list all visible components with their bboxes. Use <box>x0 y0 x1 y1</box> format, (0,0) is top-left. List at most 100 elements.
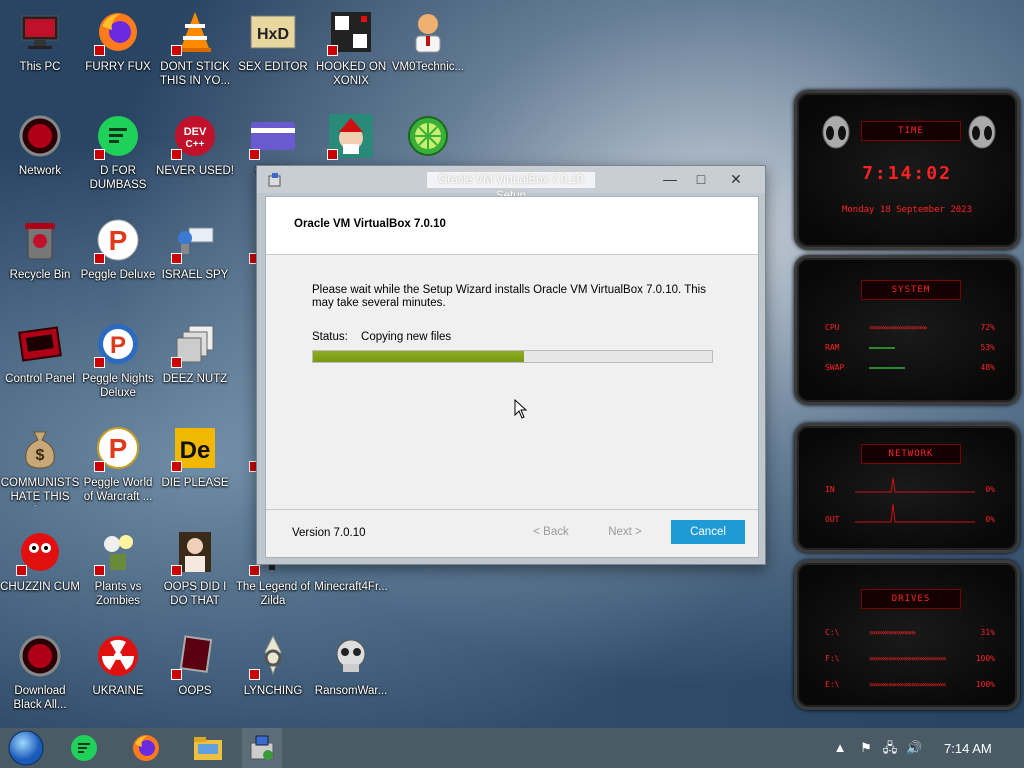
desktop-icon-santa[interactable] <box>311 112 391 164</box>
desktop-icon-peggle-deluxe[interactable]: P Peggle Deluxe <box>78 216 158 282</box>
product-title: Oracle VM VirtualBox 7.0.10 <box>294 218 446 230</box>
taskbar-clock[interactable]: 7:14 AM <box>944 741 992 756</box>
mouse-cursor-icon <box>514 398 528 424</box>
desktop-icon-deez-nutz[interactable]: DEEZ NUTZ <box>155 320 235 386</box>
cpu-bar: »»»»»»»»»»»»»»» <box>869 323 927 332</box>
desktop-icon-download-black[interactable]: Download Black All... <box>0 632 80 712</box>
desktop-icon-label: FURRY FUX <box>85 61 151 73</box>
dev-cpp-icon: DEV C++ <box>171 112 219 160</box>
start-orb-icon <box>8 730 44 766</box>
status-row: Status: Copying new files <box>312 331 451 343</box>
plant-icon <box>94 528 142 576</box>
desktop-icon-communists[interactable]: $ COMMUNISTS HATE THIS G... <box>0 424 80 506</box>
desktop-icon-peggle-wow[interactable]: P Peggle World of Warcraft ... <box>78 424 158 504</box>
net-in-value: 0% <box>985 485 995 494</box>
ram-row: RAM 53% <box>825 342 995 354</box>
desktop-icon-die-please[interactable]: De DIE PLEASE <box>155 424 235 490</box>
drive-value: 100% <box>975 654 995 663</box>
drive-value: 31% <box>980 628 995 637</box>
flag-icon[interactable]: ⚑ <box>858 740 874 756</box>
desktop-icon-label: COMMUNISTS HATE THIS G... <box>0 477 80 506</box>
desktop-icon-israel-spy[interactable]: ISRAEL SPY <box>155 216 235 282</box>
desktop-icon-label: SEX EDITOR <box>238 61 308 73</box>
installer-window: Oracle VM VirtualBox 7.0.10 Setup — □ ✕ … <box>256 165 766 565</box>
desktop-icon-peggle-nights[interactable]: P Peggle Nights Deluxe <box>78 320 158 400</box>
window-title: Oracle VM VirtualBox 7.0.10 Setup <box>427 172 595 202</box>
alienware-icon <box>16 632 64 680</box>
svg-text:P: P <box>109 225 128 256</box>
desktop-icon-oops-did-i[interactable]: OOPS DID I DO THAT <box>155 528 235 608</box>
desktop-icon-furry-fux[interactable]: FURRY FUX <box>78 8 158 74</box>
desktop-icon-sex-editor[interactable]: HxD SEX EDITOR <box>233 8 313 74</box>
title-bar[interactable]: Oracle VM VirtualBox 7.0.10 Setup — □ ✕ <box>257 166 765 202</box>
installer-icon <box>250 735 274 760</box>
desktop-icon-dont-stick[interactable]: DONT STICK THIS IN YO... <box>155 8 235 88</box>
desktop-icon-label: OOPS DID I DO THAT <box>163 581 227 607</box>
desktop-icon-hooked-on-xonix[interactable]: HOOKED ON XONIX <box>311 8 391 88</box>
desktop-icon-label: HOOKED ON XONIX <box>315 61 387 87</box>
drive-value: 100% <box>975 680 995 689</box>
network-panel: NETWORK IN 0% OUT 0% <box>794 423 1020 553</box>
taskbar-firefox[interactable] <box>126 728 166 768</box>
desktop-icon-network[interactable]: Network <box>0 112 80 178</box>
desktop-icon-ransomware[interactable]: RansomWar... <box>311 632 391 698</box>
swap-value: 48% <box>980 363 995 372</box>
desktop-icon-label: DEEZ NUTZ <box>162 373 228 385</box>
network-icon[interactable]: 🖧 <box>882 740 898 756</box>
drive-row: F:\ »»»»»»»»»»»»»»»»»»»» 100% <box>825 653 995 665</box>
ram-value: 53% <box>980 343 995 352</box>
taskbar-virtualbox-setup[interactable] <box>242 728 282 768</box>
firefox-icon <box>133 735 159 761</box>
desktop-icon-d-for-dumbass[interactable]: D FOR DUMBASS <box>78 112 158 192</box>
drive-bar: »»»»»»»»»»»» <box>869 628 916 637</box>
progress-bar <box>312 350 713 363</box>
time-panel-title: TIME <box>861 121 961 141</box>
desktop-icon-plants-vs-zombies[interactable]: Plants vs Zombies <box>78 528 158 608</box>
drive-label: F:\ <box>825 654 840 663</box>
next-button[interactable]: Next > <box>588 520 662 544</box>
desktop-icon-never-used[interactable]: DEV C++ NEVER USED! <box>155 112 235 178</box>
version-label: Version 7.0.10 <box>292 527 366 539</box>
desktop-icon-label: Peggle Nights Deluxe <box>82 373 154 399</box>
system-panel-title: SYSTEM <box>861 280 961 300</box>
desktop-icon-chuzzin[interactable]: CHUZZIN CUM <box>0 528 80 594</box>
desktop-icon-control-panel[interactable]: Control Panel <box>0 320 80 386</box>
taskbar-chat-app[interactable] <box>64 728 104 768</box>
folder-icon <box>194 737 222 760</box>
desktop-icon-this-pc[interactable]: This PC <box>0 8 80 74</box>
volume-icon[interactable]: 🔊 <box>906 740 922 756</box>
desktop-icon-limewire[interactable] <box>388 112 468 164</box>
swap-row: SWAP 48% <box>825 362 995 374</box>
taskbar: ▲ ⚑ 🖧 🔊 7:14 AM <box>0 728 1024 768</box>
taskbar-file-explorer[interactable] <box>188 728 228 768</box>
start-button[interactable] <box>6 728 46 768</box>
monitor-red-icon <box>171 632 219 680</box>
desktop-icon-recycle-bin[interactable]: Recycle Bin <box>0 216 80 282</box>
time-panel: TIME 7:14:02 Monday 18 September 2023 <box>794 90 1020 250</box>
desktop-icon-vm0technic[interactable]: VM0Technic... <box>388 8 468 74</box>
drive-row: E:\ »»»»»»»»»»»»»»»»»»»» 100% <box>825 679 995 691</box>
monitor-icon <box>16 8 64 56</box>
svg-text:De: De <box>180 437 211 464</box>
peggle-wow-icon: P <box>94 424 142 472</box>
desktop-icon-label: The Legend of Zilda <box>235 581 311 607</box>
chat-icon <box>94 112 142 160</box>
system-monitor-gadget: TIME 7:14:02 Monday 18 September 2023 SY… <box>794 90 1024 720</box>
back-button[interactable]: < Back <box>514 520 588 544</box>
desktop-icon-oops[interactable]: OOPS <box>155 632 235 698</box>
desktop-icon-lynching[interactable]: LYNCHING <box>233 632 313 698</box>
chevron-up-icon[interactable]: ▲ <box>832 740 848 756</box>
desktop-icon-label: NEVER USED! <box>156 165 234 177</box>
skull-icon <box>327 632 375 680</box>
installer-icon <box>267 172 283 188</box>
desktop-icon-label: DIE PLEASE <box>161 477 229 489</box>
recycle-bin-icon <box>16 216 64 264</box>
desktop-icon-ukraine[interactable]: UKRAINE <box>78 632 158 698</box>
chuzzle-icon <box>16 528 64 576</box>
minimize-button[interactable]: — <box>653 167 687 191</box>
radiation-icon <box>94 632 142 680</box>
maximize-button[interactable]: □ <box>684 167 718 191</box>
cancel-button[interactable]: Cancel <box>671 520 745 544</box>
close-button[interactable]: ✕ <box>719 167 753 191</box>
desktop-icon-label: Peggle Deluxe <box>80 269 156 281</box>
